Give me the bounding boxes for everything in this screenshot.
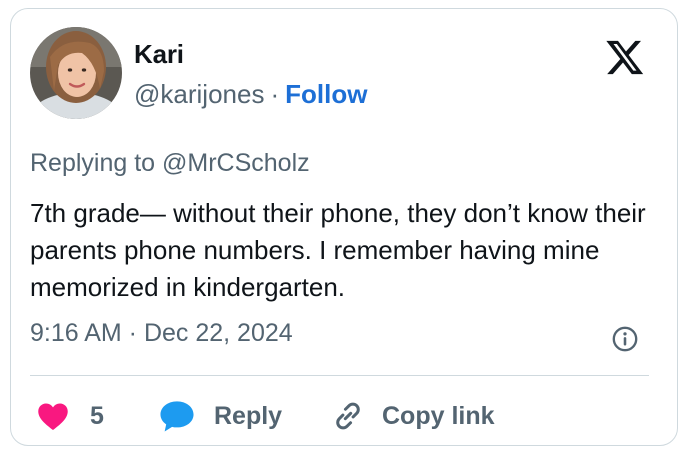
follow-button[interactable]: Follow (285, 79, 367, 109)
reply-bubble-icon (160, 401, 194, 432)
avatar[interactable] (30, 27, 122, 119)
author-name[interactable]: Kari (134, 39, 184, 70)
like-count: 5 (90, 401, 104, 430)
heart-icon (38, 403, 68, 431)
author-handle-line: @karijones · Follow (134, 79, 367, 110)
action-bar: 5 Reply Copy link (30, 395, 660, 437)
divider (30, 375, 649, 376)
timestamp[interactable]: 9:16 AM · Dec 22, 2024 (30, 319, 293, 348)
tweet-embed-card: Kari @karijones · Follow Replying to @MrCS… (10, 8, 678, 446)
reply-label: Reply (214, 401, 283, 430)
author-handle[interactable]: @karijones (134, 79, 264, 109)
like-button[interactable]: 5 (36, 395, 104, 437)
copy-link-button[interactable]: Copy link (330, 395, 495, 437)
info-icon[interactable] (611, 325, 639, 353)
replying-to-label[interactable]: Replying to @MrCScholz (30, 149, 310, 178)
x-logo-icon[interactable] (605, 37, 645, 77)
reply-button[interactable]: Reply (158, 395, 282, 437)
tweet-text: 7th grade— without their phone, they don… (30, 198, 646, 302)
link-icon (336, 402, 360, 430)
separator-dot: · (270, 79, 280, 109)
copy-link-label: Copy link (382, 401, 495, 430)
